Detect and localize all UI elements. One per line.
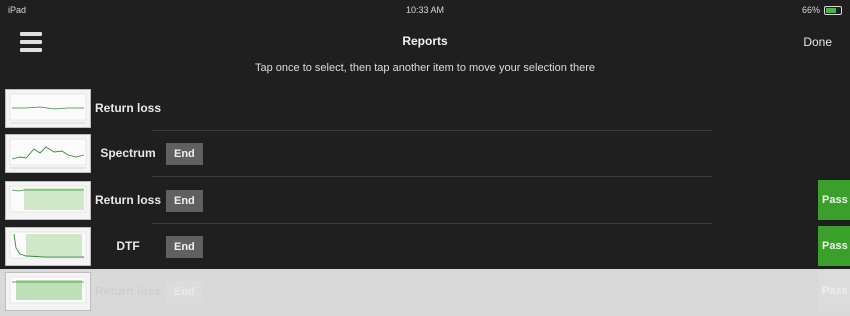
bottom-strip: [0, 312, 850, 316]
battery-icon: [824, 5, 842, 15]
report-row[interactable]: DTF End Pass: [0, 224, 850, 268]
status-bar: iPad 10:33 AM 66%: [0, 0, 850, 20]
report-row[interactable]: Return loss: [0, 86, 850, 131]
page-title: Reports: [402, 34, 448, 48]
status-time: 10:33 AM: [405, 5, 445, 15]
end-button[interactable]: End: [166, 190, 203, 212]
battery-percent: 66%: [801, 5, 820, 15]
pass-badge: Pass: [818, 271, 850, 311]
report-thumbnail: [5, 181, 91, 220]
report-row[interactable]: Spectrum End: [0, 131, 850, 177]
pass-badge: Pass: [818, 180, 850, 220]
end-button[interactable]: End: [166, 281, 203, 303]
end-button[interactable]: End: [166, 236, 203, 258]
report-thumbnail: [5, 134, 91, 173]
report-row-selected[interactable]: Return loss End Pass: [0, 269, 850, 313]
nav-bar: Reports Done Tap once to select, then ta…: [0, 22, 850, 82]
report-thumbnail: [5, 89, 91, 128]
row-label: Return loss: [94, 192, 161, 207]
row-label: Return loss: [94, 100, 161, 115]
row-label: Return loss: [94, 283, 161, 298]
row-label: Spectrum: [100, 145, 156, 160]
report-thumbnail: [5, 227, 91, 266]
report-row[interactable]: Return loss End Pass: [0, 178, 850, 224]
instruction-text: Tap once to select, then tap another ite…: [255, 62, 595, 74]
end-button[interactable]: End: [166, 143, 203, 165]
row-label: DTF: [116, 238, 140, 253]
done-button[interactable]: Done: [803, 35, 832, 49]
status-indicators: 66%: [802, 5, 842, 15]
report-thumbnail: [5, 272, 91, 311]
pass-badge: Pass: [818, 226, 850, 266]
row-divider: [152, 176, 712, 177]
